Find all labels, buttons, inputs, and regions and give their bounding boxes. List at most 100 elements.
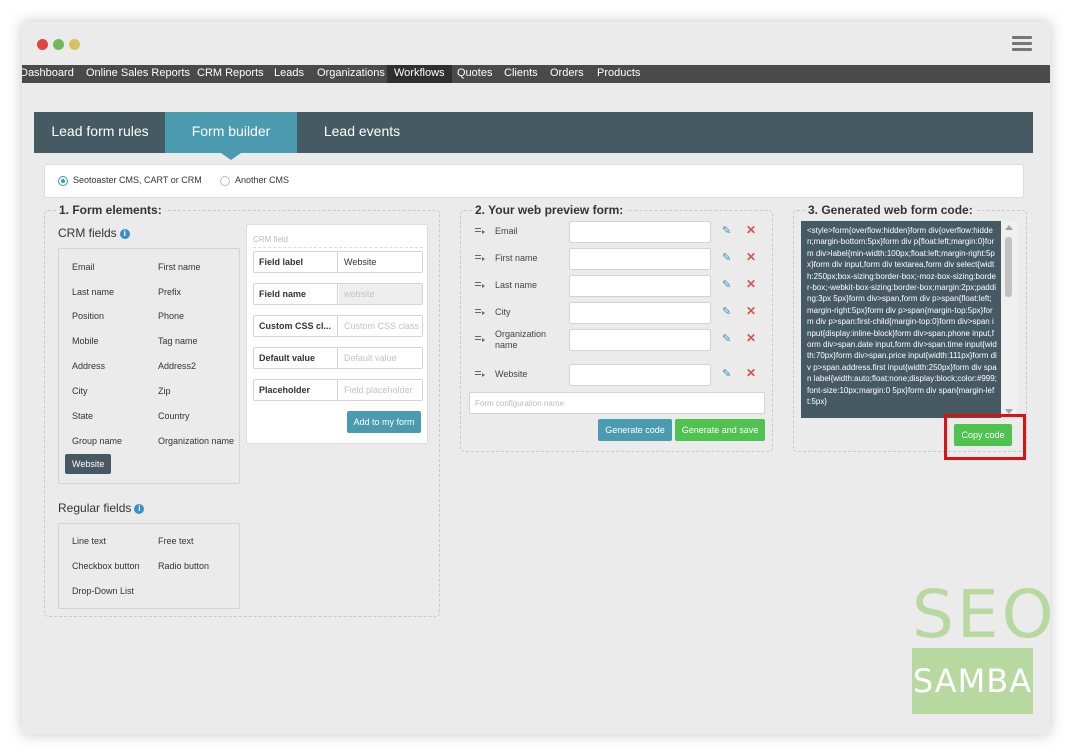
- delete-x-icon[interactable]: ✕: [746, 305, 756, 317]
- preview-input-email[interactable]: [569, 221, 711, 243]
- preview-input-last-name[interactable]: [569, 275, 711, 297]
- regular-fields-title: Regular fields: [58, 501, 132, 515]
- drag-handle-icon[interactable]: [475, 255, 485, 262]
- pencil-icon[interactable]: ✎: [722, 333, 732, 345]
- crm-fields-title: CRM fields: [58, 226, 117, 240]
- pencil-icon[interactable]: ✎: [722, 279, 732, 291]
- preview-form-title: 2. Your web preview form:: [472, 203, 627, 217]
- drag-handle-icon[interactable]: [475, 282, 485, 289]
- preview-input-first-name[interactable]: [569, 248, 711, 270]
- generate-code-button[interactable]: Generate code: [598, 419, 672, 441]
- crm-field-phone[interactable]: Phone: [158, 311, 184, 321]
- info-icon[interactable]: i: [134, 504, 145, 514]
- minimize-window-button[interactable]: [53, 39, 64, 50]
- section-tabs: Lead form rules Form builder Lead events: [34, 112, 1033, 160]
- preview-row-email: Email ✎ ✕: [460, 221, 770, 243]
- crm-field-zip[interactable]: Zip: [158, 386, 171, 396]
- radio-seotoaster[interactable]: [58, 176, 68, 186]
- crm-fields-heading: CRM fields i: [58, 226, 130, 240]
- radio-seotoaster-label[interactable]: Seotoaster CMS, CART or CRM: [73, 175, 202, 185]
- copy-code-button[interactable]: Copy code: [954, 424, 1012, 446]
- preview-row-website: Website ✎ ✕: [460, 364, 770, 386]
- preview-row-first-name: First name ✎ ✕: [460, 248, 770, 270]
- tab-lead-events[interactable]: Lead events: [304, 112, 420, 153]
- regular-field-free-text[interactable]: Free text: [158, 536, 194, 546]
- default-value-input[interactable]: [339, 348, 422, 368]
- field-name-label: Field name: [254, 284, 338, 304]
- pencil-icon[interactable]: ✎: [722, 225, 732, 237]
- crm-field-last-name[interactable]: Last name: [72, 287, 114, 297]
- delete-x-icon[interactable]: ✕: [746, 278, 756, 290]
- tab-lead-form-rules[interactable]: Lead form rules: [40, 112, 160, 153]
- nav-clients[interactable]: Clients: [504, 65, 538, 83]
- crm-field-city[interactable]: City: [72, 386, 88, 396]
- crm-fields-list: Email First name Last name Prefix Positi…: [58, 248, 240, 484]
- preview-label-first-name: First name: [495, 253, 538, 263]
- custom-css-label: Custom CSS cl...: [254, 316, 338, 336]
- pencil-icon[interactable]: ✎: [722, 252, 732, 264]
- delete-x-icon[interactable]: ✕: [746, 367, 756, 379]
- generated-code-text: <style>form{overflow:hidden}form div{ove…: [807, 226, 997, 407]
- delete-x-icon[interactable]: ✕: [746, 251, 756, 263]
- generate-and-save-button[interactable]: Generate and save: [675, 419, 765, 441]
- generated-code-title: 3. Generated web form code:: [805, 203, 976, 217]
- field-label-label: Field label: [254, 252, 338, 272]
- crm-field-position[interactable]: Position: [72, 311, 104, 321]
- zoom-window-button[interactable]: [69, 39, 80, 50]
- field-name-row: Field name: [253, 283, 423, 305]
- tab-form-builder[interactable]: Form builder: [165, 112, 297, 160]
- crm-field-first-name[interactable]: First name: [158, 262, 201, 272]
- pencil-icon[interactable]: ✎: [722, 306, 732, 318]
- preview-input-organization-name[interactable]: [569, 329, 711, 351]
- nav-workflows[interactable]: Workflows: [387, 65, 452, 83]
- crm-field-website[interactable]: Website: [65, 454, 112, 474]
- form-configuration-name-input[interactable]: [469, 392, 765, 414]
- nav-quotes[interactable]: Quotes: [457, 65, 492, 83]
- radio-another-cms[interactable]: [220, 176, 230, 186]
- regular-field-line-text[interactable]: Line text: [72, 536, 106, 546]
- nav-dashboard[interactable]: Dashboard: [22, 65, 74, 83]
- regular-field-drop-down-list[interactable]: Drop-Down List: [72, 586, 134, 596]
- nav-organizations[interactable]: Organizations: [317, 65, 385, 83]
- nav-orders[interactable]: Orders: [550, 65, 584, 83]
- crm-field-country[interactable]: Country: [158, 411, 190, 421]
- nav-products[interactable]: Products: [597, 65, 640, 83]
- drag-handle-icon[interactable]: [475, 371, 485, 378]
- preview-input-website[interactable]: [569, 364, 711, 386]
- scroll-thumb[interactable]: [1005, 237, 1012, 297]
- crm-field-panel: CRM field Field label Field name Custom …: [246, 224, 428, 444]
- crm-field-tag-name[interactable]: Tag name: [158, 336, 198, 346]
- nav-crm-reports[interactable]: CRM Reports: [197, 65, 264, 83]
- crm-field-address[interactable]: Address: [72, 361, 105, 371]
- preview-input-city[interactable]: [569, 302, 711, 324]
- nav-leads[interactable]: Leads: [274, 65, 304, 83]
- placeholder-label: Placeholder: [254, 380, 338, 400]
- nav-online-sales-reports[interactable]: Online Sales Reports: [86, 65, 190, 83]
- crm-field-email[interactable]: Email: [72, 262, 95, 272]
- custom-css-input[interactable]: [339, 316, 422, 336]
- delete-x-icon[interactable]: ✕: [746, 224, 756, 236]
- hamburger-menu-icon[interactable]: [1012, 36, 1032, 52]
- placeholder-input[interactable]: [339, 380, 422, 400]
- close-window-button[interactable]: [37, 39, 48, 50]
- add-to-my-form-button[interactable]: Add to my form: [347, 411, 421, 433]
- info-icon[interactable]: i: [119, 229, 130, 239]
- drag-handle-icon[interactable]: [475, 228, 485, 235]
- regular-field-checkbox-button[interactable]: Checkbox button: [72, 561, 140, 571]
- crm-field-address2[interactable]: Address2: [158, 361, 196, 371]
- crm-field-group-name[interactable]: Group name: [72, 436, 122, 446]
- crm-field-organization-name[interactable]: Organization name: [158, 436, 234, 446]
- generated-code-box[interactable]: <style>form{overflow:hidden}form div{ove…: [801, 221, 1001, 418]
- drag-handle-icon[interactable]: [475, 336, 485, 343]
- pencil-icon[interactable]: ✎: [722, 368, 732, 380]
- radio-another-cms-label[interactable]: Another CMS: [235, 175, 289, 185]
- regular-field-radio-button[interactable]: Radio button: [158, 561, 209, 571]
- delete-x-icon[interactable]: ✕: [746, 332, 756, 344]
- scroll-up-arrow-icon[interactable]: [1005, 225, 1013, 230]
- field-label-input[interactable]: [339, 252, 422, 272]
- crm-field-prefix[interactable]: Prefix: [158, 287, 181, 297]
- drag-handle-icon[interactable]: [475, 309, 485, 316]
- crm-field-state[interactable]: State: [72, 411, 93, 421]
- code-scrollbar[interactable]: [1001, 221, 1017, 418]
- crm-field-mobile[interactable]: Mobile: [72, 336, 99, 346]
